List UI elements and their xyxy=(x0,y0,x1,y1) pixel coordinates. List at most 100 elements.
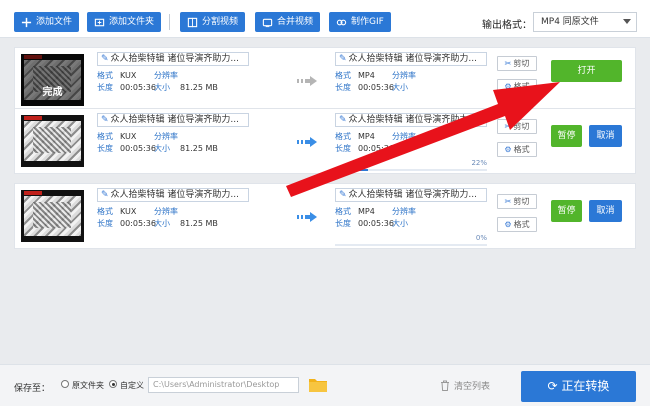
source-title-field[interactable]: ✎ 众人拾柴特辑 诸位导演齐助力... xyxy=(97,52,249,66)
format-icon: ⚙ xyxy=(504,82,512,91)
cancel-button[interactable]: 取消 xyxy=(589,125,622,147)
arrow-right-icon xyxy=(297,76,317,86)
output-info: 格式 MP4 分辨率 长度 00:05:36大小 xyxy=(335,70,418,94)
merge-video-button[interactable]: 合并视频 xyxy=(255,12,321,32)
video-thumbnail xyxy=(21,190,84,242)
source-title-field[interactable]: ✎ 众人拾柴特辑 诸位导演齐助力... xyxy=(97,113,249,127)
open-button[interactable]: 打开 xyxy=(551,60,622,82)
output-title: 众人拾柴特辑 诸位导演齐助力... xyxy=(348,54,477,64)
format-key: 格式 xyxy=(97,71,113,80)
output-format: MP4 xyxy=(358,71,375,80)
format-button[interactable]: ⚙ 格式 xyxy=(497,79,537,94)
pencil-icon: ✎ xyxy=(339,115,347,125)
source-duration: 00:05:36 xyxy=(120,219,156,228)
output-title: 众人拾柴特辑 诸位导演齐助力... xyxy=(348,190,477,200)
toolbar: 添加文件 添加文件夹 分割视频 合并视频 制作GIF 输出格式： MP4 同原文… xyxy=(0,0,650,38)
pencil-icon: ✎ xyxy=(101,190,109,200)
file-row-2: ✎ 众人拾柴特辑 诸位导演齐助力... 格式 KUX 分辨率 长度 00:05:36大小… xyxy=(14,108,636,174)
progress-percent: 0% xyxy=(475,234,487,242)
size-key: 大小 xyxy=(154,219,170,228)
resolution-key: 分辨率 xyxy=(392,132,416,141)
source-size: 81.25 MB xyxy=(180,144,218,153)
arrow-right-icon xyxy=(297,212,317,222)
radio-custom-folder[interactable] xyxy=(109,380,117,388)
pause-button[interactable]: 暂停 xyxy=(551,200,582,222)
format-key: 格式 xyxy=(97,207,113,216)
size-key: 大小 xyxy=(392,219,408,228)
crop-button[interactable]: ✂ 剪切 xyxy=(497,194,537,209)
source-title: 众人拾柴特辑 诸位导演齐助力... xyxy=(110,115,239,125)
crop-label: 剪切 xyxy=(513,122,530,131)
scissors-icon: ✂ xyxy=(504,59,512,68)
source-duration: 00:05:36 xyxy=(120,83,156,92)
output-format-label: 输出格式： xyxy=(482,20,532,31)
arrow-right-icon xyxy=(297,137,317,147)
duration-key: 长度 xyxy=(97,219,113,228)
output-title-field[interactable]: ✎ 众人拾柴特辑 诸位导演齐助力... xyxy=(335,52,487,66)
chevron-down-icon xyxy=(623,19,631,24)
duration-key: 长度 xyxy=(97,83,113,92)
folder-icon[interactable] xyxy=(308,376,328,393)
pencil-icon: ✎ xyxy=(101,54,109,64)
cancel-button[interactable]: 取消 xyxy=(589,200,622,222)
source-title: 众人拾柴特辑 诸位导演齐助力... xyxy=(110,54,239,64)
clear-list-label: 清空列表 xyxy=(454,382,491,392)
resolution-key: 分辨率 xyxy=(392,71,416,80)
source-info: 格式 KUX 分辨率 长度 00:05:36大小 81.25 MB xyxy=(97,131,218,155)
resolution-key: 分辨率 xyxy=(154,71,178,80)
scissors-icon: ✂ xyxy=(504,122,512,131)
output-format-select[interactable]: MP4 同原文件 xyxy=(533,12,637,32)
add-folder-label: 添加文件夹 xyxy=(109,17,155,27)
size-key: 大小 xyxy=(154,83,170,92)
format-button[interactable]: ⚙ 格式 xyxy=(497,142,537,157)
make-gif-button[interactable]: 制作GIF xyxy=(329,12,391,32)
format-icon: ⚙ xyxy=(504,220,512,229)
completed-overlay: 完成 xyxy=(42,87,63,98)
duration-key: 长度 xyxy=(97,144,113,153)
source-format: KUX xyxy=(120,207,137,216)
source-info: 格式 KUX 分辨率 长度 00:05:36大小 81.25 MB xyxy=(97,70,218,94)
file-row-1: 完成 ✎ 众人拾柴特辑 诸位导演齐助力... 格式 KUX 分辨率 长度 00:05:3… xyxy=(14,47,636,113)
output-title-field[interactable]: ✎ 众人拾柴特辑 诸位导演齐助力... xyxy=(335,188,487,202)
add-file-button[interactable]: 添加文件 xyxy=(14,12,80,32)
source-info: 格式 KUX 分辨率 长度 00:05:36大小 81.25 MB xyxy=(97,206,218,230)
crop-label: 剪切 xyxy=(513,197,530,206)
format-key: 格式 xyxy=(335,71,351,80)
save-to-label: 保存至： xyxy=(14,384,51,394)
file-row-3: ✎ 众人拾柴特辑 诸位导演齐助力... 格式 KUX 分辨率 长度 00:05:36大小… xyxy=(14,183,636,249)
plus-icon xyxy=(21,17,32,27)
add-file-label: 添加文件 xyxy=(36,17,73,27)
size-key: 大小 xyxy=(392,83,408,92)
output-duration: 00:05:36 xyxy=(358,144,394,153)
video-thumbnail xyxy=(21,115,84,167)
crop-button[interactable]: ✂ 剪切 xyxy=(497,119,537,134)
bottom-bar: 保存至： 原文件夹 自定义 C:\Users\Administrator\Des… xyxy=(0,364,650,406)
split-video-button[interactable]: 分割视频 xyxy=(180,12,246,32)
radio-original-folder[interactable] xyxy=(61,380,69,388)
crop-button[interactable]: ✂ 剪切 xyxy=(497,56,537,71)
format-button[interactable]: ⚙ 格式 xyxy=(497,217,537,232)
size-key: 大小 xyxy=(154,144,170,153)
clear-list-button[interactable]: 清空列表 xyxy=(440,379,490,392)
progress-percent: 22% xyxy=(471,159,487,167)
source-title-field[interactable]: ✎ 众人拾柴特辑 诸位导演齐助力... xyxy=(97,188,249,202)
convert-button[interactable]: ⟳ 正在转换 xyxy=(521,371,636,402)
size-key: 大小 xyxy=(392,144,408,153)
output-duration: 00:05:36 xyxy=(358,219,394,228)
pencil-icon: ✎ xyxy=(339,54,347,64)
duration-key: 长度 xyxy=(335,83,351,92)
progress-bar xyxy=(335,244,487,246)
trash-icon xyxy=(441,380,449,391)
format-label: 格式 xyxy=(513,220,530,229)
pencil-icon: ✎ xyxy=(101,115,109,125)
save-path-input[interactable]: C:\Users\Administrator\Desktop xyxy=(148,377,299,393)
convert-label: 正在转换 xyxy=(561,379,610,393)
toolbar-divider xyxy=(169,14,170,30)
output-format: MP4 xyxy=(358,132,375,141)
output-title: 众人拾柴特辑 诸位导演齐助力... xyxy=(348,115,477,125)
output-duration: 00:05:36 xyxy=(358,83,394,92)
pause-button[interactable]: 暂停 xyxy=(551,125,582,147)
output-title-field[interactable]: ✎ 众人拾柴特辑 诸位导演齐助力... xyxy=(335,113,487,127)
add-folder-button[interactable]: 添加文件夹 xyxy=(87,12,162,32)
progress-fill xyxy=(335,169,369,171)
